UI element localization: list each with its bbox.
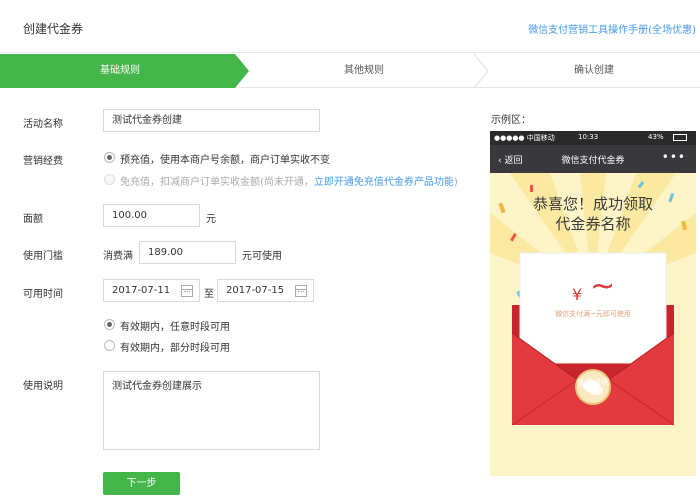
end-date-value: 2017-07-15: [226, 285, 285, 296]
battery-text: 43%: [648, 133, 664, 141]
period-any-time-radio[interactable]: [104, 319, 115, 330]
start-date-value: 2017-07-11: [112, 285, 171, 296]
period-separator: 至: [204, 289, 214, 300]
threshold-prefix: 消费满: [103, 251, 133, 262]
example-area-label: 示例区：: [491, 115, 531, 126]
congrats-line1: 恭喜您！成功领取: [532, 195, 653, 213]
end-date-input[interactable]: 2017-07-15: [217, 279, 314, 302]
period-label: 可用时间: [23, 289, 63, 300]
carrier-text: ●●●●● 中国移动: [494, 134, 555, 142]
page-header: 创建代金券 微信支付营销工具操作手册(全场优惠): [0, 0, 700, 53]
budget-free-suffix: ): [453, 177, 458, 188]
step-other-rules: 其他规则: [344, 65, 384, 76]
more-icon: •••: [661, 150, 686, 164]
threshold-input[interactable]: 189.00: [139, 241, 236, 264]
period-partial-time-radio[interactable]: [104, 340, 115, 351]
amount-label: 面额: [23, 214, 43, 225]
clock-text: 10:33: [578, 133, 599, 141]
congrats-line2: 代金券名称: [555, 215, 631, 233]
description-label: 使用说明: [23, 381, 63, 392]
currency-symbol: ¥: [572, 285, 583, 304]
phone-status-bar: ●●●●● 中国移动 10:33 43%: [490, 131, 696, 145]
budget-free-prefix: 免充值，扣减商户订单实收金额(尚未开通，: [120, 177, 314, 188]
use-instructions-text: 使用说明: [577, 378, 609, 387]
budget-free-text: 免充值，扣减商户订单实收金额(尚未开通，立即开通免充值代金券产品功能): [120, 173, 458, 188]
period-partial-time-text: 有效期内，部分时段可用: [120, 343, 230, 354]
battery-icon: [673, 134, 687, 141]
phone-nav-bar: ‹ 返回 微信支付代金券 •••: [490, 145, 696, 173]
manual-link[interactable]: 微信支付营销工具操作手册(全场优惠): [528, 21, 696, 36]
card-note: 微信支付满~元即可使用: [555, 310, 631, 318]
budget-label: 营销经费: [23, 156, 63, 167]
amount-input[interactable]: 100.00: [103, 204, 200, 227]
next-button[interactable]: 下一步: [103, 472, 180, 495]
activity-name-label: 活动名称: [23, 119, 63, 130]
threshold-suffix: 元可使用: [242, 251, 282, 262]
activity-name-input[interactable]: 测试代金券创建: [103, 109, 320, 132]
enable-free-link[interactable]: 立即开通免充值代金券产品功能: [314, 177, 454, 188]
period-any-time-text: 有效期内，任意时段可用: [120, 322, 230, 333]
description-textarea[interactable]: 测试代金券创建展示: [103, 371, 320, 450]
phone-preview: ●●●●● 中国移动 10:33 43% ‹ 返回 微信支付代金券 ••• 恭喜…: [490, 131, 696, 476]
calendar-icon[interactable]: [295, 285, 307, 297]
threshold-label: 使用门槛: [23, 251, 63, 262]
calendar-icon[interactable]: [181, 285, 193, 297]
amount-unit: 元: [206, 214, 216, 225]
budget-free-radio: [104, 174, 115, 185]
budget-prepaid-radio[interactable]: [104, 152, 115, 163]
step-indicator: 基础规则 其他规则 确认创建: [0, 54, 700, 88]
page-title: 创建代金券: [23, 22, 84, 36]
step-confirm: 确认创建: [574, 65, 614, 76]
budget-prepaid-text: 预充值，使用本商户号余额，商户订单实收不变: [120, 155, 330, 166]
start-date-input[interactable]: 2017-07-11: [103, 279, 200, 302]
amount-placeholder: ~: [590, 269, 616, 304]
step-basic-rules: 基础规则: [100, 65, 140, 76]
